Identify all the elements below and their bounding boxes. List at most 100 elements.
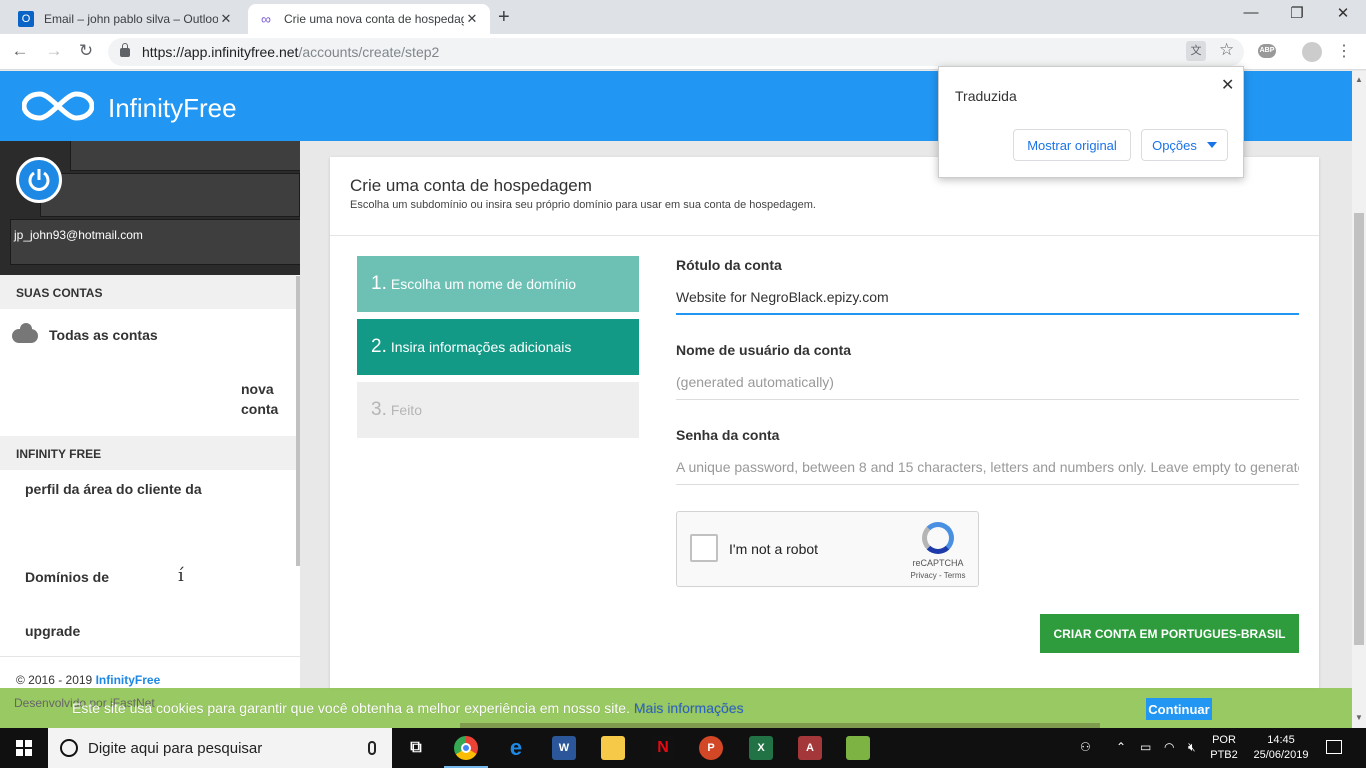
system-clock[interactable]: 14:45 25/06/2019 xyxy=(1248,733,1314,763)
tab-outlook[interactable]: O Email – john pablo silva – Outlook ✕ xyxy=(8,4,244,34)
user-email: jp_john93@hotmail.com xyxy=(14,228,143,242)
profile-banner: jp_john93@hotmail.com xyxy=(0,141,300,275)
netflix-icon[interactable]: N xyxy=(651,736,675,760)
clock-date: 25/06/2019 xyxy=(1253,749,1309,761)
username-label: Nome de usuário da conta xyxy=(676,342,852,358)
show-original-button[interactable]: Mostrar original xyxy=(1013,129,1131,161)
scroll-down-icon[interactable]: ▼ xyxy=(1355,713,1363,722)
step-number: 3. xyxy=(371,399,387,420)
bookmark-star-icon[interactable]: ☆ xyxy=(1219,40,1234,60)
file-explorer-icon[interactable] xyxy=(601,736,625,760)
page-subtitle: Escolha um subdomínio ou insira seu próp… xyxy=(350,199,816,211)
sidebar-stray-char: í xyxy=(178,565,184,586)
sidebar-item-domains[interactable]: Domínios de xyxy=(25,569,109,585)
recaptcha-logo-icon xyxy=(922,522,954,554)
sidebar-item-all-accounts[interactable]: Todas as contas xyxy=(49,327,158,343)
project-app-icon[interactable] xyxy=(846,736,870,760)
notifications-icon[interactable] xyxy=(1326,740,1342,754)
back-icon[interactable]: ← xyxy=(8,41,32,61)
battery-icon[interactable]: ▭ xyxy=(1140,740,1151,754)
windows-start-icon[interactable] xyxy=(16,740,32,756)
scroll-up-icon[interactable]: ▲ xyxy=(1355,75,1363,84)
translate-options-button[interactable]: Opções xyxy=(1141,129,1228,161)
sidebar-item-new-account[interactable]: nova xyxy=(241,381,274,397)
brand-name[interactable]: InfinityFree xyxy=(108,93,237,124)
cloud-icon xyxy=(12,323,38,343)
translate-icon[interactable]: 文 xyxy=(1186,41,1206,61)
sidebar-item-new-account[interactable]: conta xyxy=(241,401,278,417)
scrollbar-thumb[interactable] xyxy=(1354,213,1364,645)
translate-status: Traduzida xyxy=(955,88,1017,104)
step-additional-info[interactable]: 2. Insira informações adicionais xyxy=(357,319,639,375)
excel-icon[interactable]: X xyxy=(749,736,773,760)
close-tab-icon[interactable]: ✕ xyxy=(218,11,234,27)
microphone-icon[interactable] xyxy=(368,741,376,755)
maximize-icon[interactable]: ❐ xyxy=(1274,4,1320,22)
infinity-logo-icon[interactable] xyxy=(22,89,94,123)
close-window-icon[interactable]: ✕ xyxy=(1320,4,1366,22)
reload-icon[interactable]: ↻ xyxy=(74,41,98,61)
recaptcha-links[interactable]: Privacy - Terms xyxy=(903,571,973,580)
infinity-icon: ∞ xyxy=(261,11,271,27)
cookie-accept-button[interactable]: Continuar xyxy=(1146,698,1212,720)
page-scrollbar[interactable]: ▲ ▼ xyxy=(1352,71,1366,728)
step-choose-domain[interactable]: 1. Escolha um nome de domínio xyxy=(357,256,639,312)
translate-popup: Traduzida ✕ Mostrar original Opções xyxy=(938,66,1244,178)
close-icon[interactable]: ✕ xyxy=(1221,75,1234,95)
create-account-card: Crie uma conta de hospedagem Escolha um … xyxy=(330,157,1319,688)
cookie-text: Este site usa cookies para garantir que … xyxy=(72,700,630,716)
create-account-button[interactable]: CRIAR CONTA EM PORTUGUES-BRASIL xyxy=(1040,614,1299,653)
browser-toolbar: ← → ↻ https://app.infinityfree.net/accou… xyxy=(0,34,1366,70)
page-title: Crie uma conta de hospedagem xyxy=(350,176,592,195)
step-label: Escolha um nome de domínio xyxy=(390,276,577,292)
volume-muted-icon[interactable]: 🔇︎ xyxy=(1188,740,1196,755)
cortana-icon xyxy=(60,739,78,757)
recaptcha-checkbox[interactable] xyxy=(690,534,718,562)
sidebar-item-client-profile[interactable]: perfil da área do cliente da xyxy=(25,481,202,497)
lock-icon xyxy=(120,42,130,57)
cookie-bar: Desenvolvido por iFastNet Este site usa … xyxy=(0,688,1352,728)
options-label: Opções xyxy=(1152,137,1197,153)
chrome-icon[interactable] xyxy=(454,736,478,760)
windows-taskbar: Digite aqui para pesquisar ⧉ e W N P X A… xyxy=(0,728,1366,768)
minimize-icon[interactable]: — xyxy=(1228,4,1274,21)
wifi-icon[interactable]: ◠ xyxy=(1164,740,1174,754)
password-input[interactable]: A unique password, between 8 and 15 char… xyxy=(676,451,1299,485)
word-icon[interactable]: W xyxy=(552,736,576,760)
tray-chevron-icon[interactable]: ⌃ xyxy=(1116,740,1126,754)
step-label: Feito xyxy=(390,402,422,418)
sidebar-scrollbar[interactable] xyxy=(296,276,300,566)
account-label-input[interactable]: Website for NegroBlack.epizy.com xyxy=(676,281,1299,315)
account-label-label: Rótulo da conta xyxy=(676,257,782,273)
copyright-link[interactable]: InfinityFree xyxy=(96,673,161,687)
task-view-icon[interactable]: ⧉ xyxy=(404,736,428,760)
server-rack-decoration xyxy=(40,173,300,217)
lang-code: POR xyxy=(1212,734,1236,746)
language-indicator[interactable]: POR PTB2 xyxy=(1208,733,1240,763)
clock-time: 14:45 xyxy=(1267,734,1295,746)
tab-infinityfree[interactable]: ∞ Crie uma nova conta de hospedagem ✕ xyxy=(248,4,490,34)
copyright-prefix: © 2016 - 2019 xyxy=(16,673,96,687)
close-tab-icon[interactable]: ✕ xyxy=(464,11,480,27)
profile-avatar-icon[interactable] xyxy=(1302,42,1322,62)
step-number: 1. xyxy=(371,273,387,294)
people-icon[interactable]: ⚇ xyxy=(1080,740,1091,754)
menu-kebab-icon[interactable]: ⋮ xyxy=(1336,41,1352,61)
edge-icon[interactable]: e xyxy=(504,735,528,760)
username-input[interactable]: (generated automatically) xyxy=(676,366,1299,400)
power-icon xyxy=(16,157,62,203)
sidebar: jp_john93@hotmail.com SUAS CONTAS Todas … xyxy=(0,141,300,688)
more-info-link[interactable]: Mais informações xyxy=(634,700,744,716)
step-number: 2. xyxy=(371,336,387,357)
divider xyxy=(330,235,1319,236)
address-bar[interactable]: https://app.infinityfree.net/accounts/cr… xyxy=(108,38,1244,66)
powerpoint-icon[interactable]: P xyxy=(699,736,723,760)
taskbar-search[interactable]: Digite aqui para pesquisar xyxy=(48,728,392,768)
section-header-infinity: INFINITY FREE xyxy=(0,436,296,470)
forward-icon[interactable]: → xyxy=(42,41,66,61)
sidebar-item-upgrade[interactable]: upgrade xyxy=(25,623,80,639)
adblock-plus-icon[interactable]: ABP xyxy=(1258,44,1276,58)
cookie-message: Este site usa cookies para garantir que … xyxy=(72,700,744,716)
new-tab-button[interactable]: + xyxy=(498,6,510,29)
access-icon[interactable]: A xyxy=(798,736,822,760)
